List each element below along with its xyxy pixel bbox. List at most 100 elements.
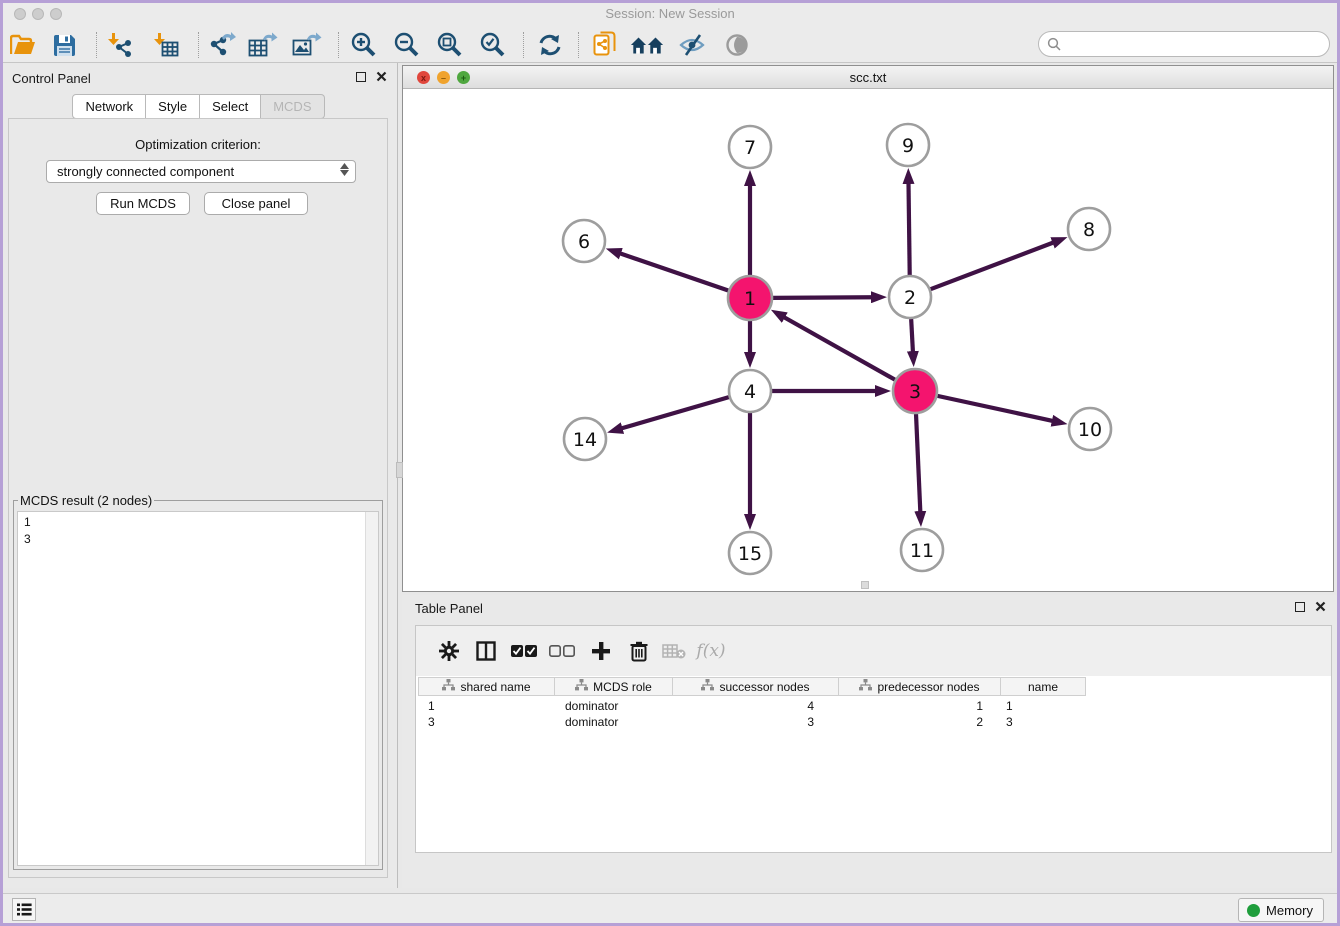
mcds-result-item[interactable]: 1 bbox=[24, 514, 378, 531]
import-network-icon[interactable] bbox=[103, 30, 137, 60]
cell-name[interactable]: 1 bbox=[1001, 698, 1086, 714]
table-header-row: shared name MCDS role successor nodes prede… bbox=[418, 677, 1086, 696]
close-panel-icon[interactable] bbox=[376, 71, 387, 82]
zoom-selected-icon[interactable] bbox=[475, 30, 509, 60]
status-bar: Memory bbox=[0, 893, 1340, 926]
columns-icon[interactable] bbox=[471, 636, 501, 666]
delete-column-icon[interactable] bbox=[624, 636, 654, 666]
graph-edge-3-11[interactable] bbox=[916, 414, 920, 513]
export-image-icon[interactable] bbox=[290, 30, 324, 60]
scrollbar[interactable] bbox=[365, 512, 378, 865]
search-input[interactable] bbox=[1066, 37, 1329, 51]
column-header-predecessor-nodes[interactable]: predecessor nodes bbox=[839, 678, 1001, 695]
cell-successor-nodes[interactable]: 3 bbox=[673, 714, 839, 730]
column-label: shared name bbox=[460, 680, 530, 694]
open-file-icon[interactable] bbox=[6, 30, 40, 60]
table-toolbar: f(x) bbox=[416, 626, 1331, 676]
graph-edge-4-14[interactable] bbox=[621, 397, 729, 429]
tab-network[interactable]: Network bbox=[72, 94, 146, 119]
network-window-titlebar[interactable]: x – + scc.txt bbox=[403, 66, 1333, 89]
copy-network-icon[interactable] bbox=[588, 30, 622, 60]
title-bar: Session: New Session bbox=[0, 0, 1340, 27]
resize-handle[interactable] bbox=[861, 581, 869, 589]
add-column-icon[interactable] bbox=[586, 636, 616, 666]
delete-table-icon bbox=[659, 636, 689, 666]
cell-successor-nodes[interactable]: 4 bbox=[673, 698, 839, 714]
zoom-out-icon[interactable] bbox=[389, 30, 423, 60]
chevron-up-down-icon bbox=[340, 163, 349, 176]
tab-select[interactable]: Select bbox=[200, 94, 261, 119]
tab-style[interactable]: Style bbox=[146, 94, 200, 119]
graph-edge-1-2[interactable] bbox=[773, 297, 873, 298]
optimization-criterion-select[interactable]: strongly connected component bbox=[46, 160, 356, 183]
mcds-result-item[interactable]: 3 bbox=[24, 531, 378, 548]
task-history-button[interactable] bbox=[12, 898, 36, 921]
column-label: name bbox=[1028, 680, 1058, 694]
search-box[interactable] bbox=[1038, 31, 1330, 57]
graph-edge-2-3[interactable] bbox=[911, 319, 913, 353]
splitter-handle[interactable] bbox=[396, 462, 403, 478]
graph-edge-1-6[interactable] bbox=[619, 253, 728, 291]
toolbar-separator bbox=[338, 32, 339, 58]
graph-edge-2-9[interactable] bbox=[908, 182, 909, 275]
column-header-name[interactable]: name bbox=[1001, 678, 1086, 695]
float-panel-icon[interactable] bbox=[356, 72, 366, 82]
function-builder-icon: f(x) bbox=[696, 636, 726, 666]
cell-predecessor-nodes[interactable]: 1 bbox=[839, 698, 1001, 714]
column-label: MCDS role bbox=[593, 680, 652, 694]
network-canvas[interactable]: 7968124314101511 bbox=[403, 89, 1333, 591]
save-session-icon[interactable] bbox=[47, 30, 81, 60]
search-icon bbox=[1047, 37, 1061, 51]
export-table-icon[interactable] bbox=[246, 30, 280, 60]
toolbar-separator bbox=[523, 32, 524, 58]
cell-shared-name[interactable]: 1 bbox=[418, 698, 555, 714]
home-icon[interactable] bbox=[630, 30, 664, 60]
tab-mcds[interactable]: MCDS bbox=[261, 94, 324, 119]
graph-edge-3-10[interactable] bbox=[937, 396, 1053, 421]
cell-MCDS-role[interactable]: dominator bbox=[555, 714, 673, 730]
mcds-result-list[interactable]: 13 bbox=[17, 511, 379, 866]
run-mcds-button[interactable]: Run MCDS bbox=[96, 192, 190, 215]
cell-shared-name[interactable]: 3 bbox=[418, 714, 555, 730]
memory-button[interactable]: Memory bbox=[1238, 898, 1324, 922]
graph-node-label-3: 3 bbox=[909, 381, 921, 403]
mcds-result-title: MCDS result (2 nodes) bbox=[18, 493, 154, 508]
table-row[interactable]: 1dominator411 bbox=[418, 698, 1086, 714]
select-all-icon[interactable] bbox=[509, 636, 539, 666]
cell-predecessor-nodes[interactable]: 2 bbox=[839, 714, 1001, 730]
control-panel: Control Panel NetworkStyleSelectMCDS Opt… bbox=[0, 63, 398, 888]
graph-node-label-1: 1 bbox=[744, 288, 756, 310]
mcds-tab-content: Optimization criterion: strongly connect… bbox=[8, 118, 388, 878]
import-table-icon[interactable] bbox=[149, 30, 183, 60]
graph-edge-3-1[interactable] bbox=[783, 317, 895, 380]
column-header-MCDS-role[interactable]: MCDS role bbox=[555, 678, 673, 695]
column-header-shared-name[interactable]: shared name bbox=[418, 678, 555, 695]
graph-node-label-4: 4 bbox=[744, 381, 756, 403]
table-row[interactable]: 3dominator323 bbox=[418, 714, 1086, 730]
close-panel-icon[interactable] bbox=[1315, 601, 1326, 612]
float-panel-icon[interactable] bbox=[1295, 602, 1305, 612]
cell-MCDS-role[interactable]: dominator bbox=[555, 698, 673, 714]
toolbar-separator bbox=[198, 32, 199, 58]
hide-eye-icon[interactable] bbox=[675, 30, 709, 60]
list-icon bbox=[17, 903, 32, 916]
control-panel-title: Control Panel bbox=[12, 71, 91, 86]
sort-hierarchy-icon bbox=[701, 679, 714, 694]
zoom-fit-icon[interactable] bbox=[432, 30, 466, 60]
column-header-successor-nodes[interactable]: successor nodes bbox=[673, 678, 839, 695]
selected-option: strongly connected component bbox=[57, 164, 234, 179]
close-panel-button[interactable]: Close panel bbox=[204, 192, 308, 215]
deselect-all-icon[interactable] bbox=[547, 636, 577, 666]
graph-node-label-10: 10 bbox=[1078, 419, 1102, 441]
column-label: successor nodes bbox=[719, 680, 809, 694]
window-border bbox=[0, 0, 1340, 3]
export-network-icon[interactable] bbox=[205, 30, 239, 60]
cell-name[interactable]: 3 bbox=[1001, 714, 1086, 730]
gear-icon[interactable] bbox=[434, 636, 464, 666]
graph-edge-2-8[interactable] bbox=[931, 242, 1055, 289]
window-border bbox=[0, 0, 3, 926]
show-eye-icon bbox=[720, 30, 754, 60]
refresh-icon[interactable] bbox=[533, 30, 567, 60]
application-window: Session: New Session bbox=[0, 0, 1340, 926]
zoom-in-icon[interactable] bbox=[346, 30, 380, 60]
